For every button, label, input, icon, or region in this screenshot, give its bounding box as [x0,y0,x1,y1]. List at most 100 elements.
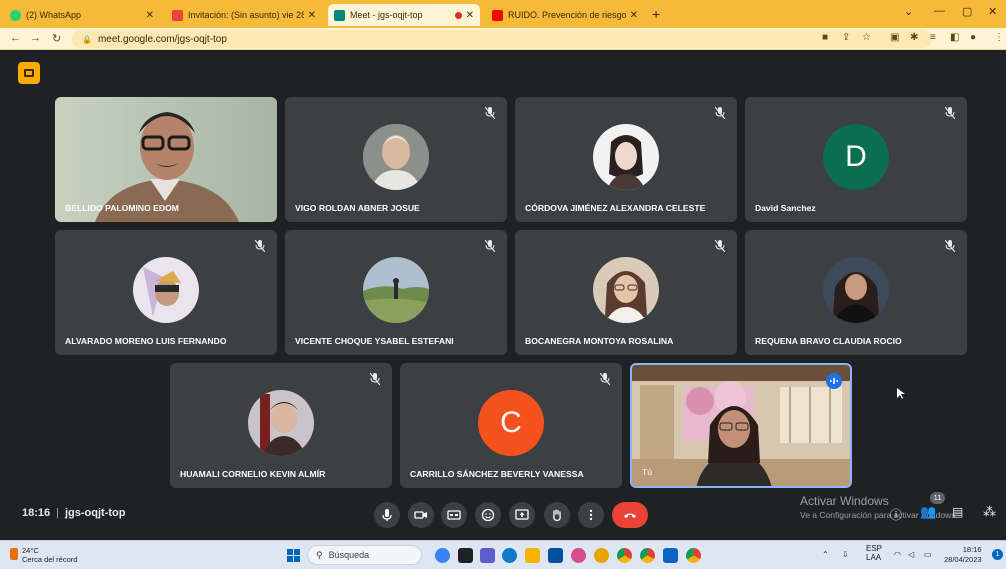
participant-avatar: C [478,390,544,456]
profile-avatar-icon[interactable]: ● [970,32,976,43]
usb-icon[interactable]: ⇩ [842,550,849,559]
participant-tile[interactable]: VIGO ROLDAN ABNER JOSUE [285,97,507,222]
tab-invitation[interactable]: Invitación: (Sin asunto) vie 28 de ✕ [166,4,322,26]
emoji-reactions-button[interactable] [475,502,501,528]
chrome-app-icon[interactable] [686,548,701,563]
present-screen-button[interactable] [509,502,535,528]
new-tab-button[interactable]: + [652,6,660,22]
self-view-tile[interactable]: Tú [630,363,852,488]
app-icon[interactable] [571,548,586,563]
taskbar-clock[interactable]: 18:16 28/04/2023 [944,545,982,565]
chrome-icon[interactable] [617,548,632,563]
camera-icon [414,511,427,519]
taskbar-search-box[interactable]: ⚲ Búsqueda [307,545,422,565]
close-icon[interactable]: ✕ [466,10,474,21]
layout-toggle-button[interactable] [18,62,40,84]
people-button[interactable]: 👥 [920,504,936,520]
mic-off-icon [370,373,380,385]
participant-tile[interactable]: ALVARADO MORENO LUIS FERNANDO [55,230,277,355]
gmail-icon [172,9,183,21]
participant-tile[interactable]: CÓRDOVA JIMÉNEZ ALEXANDRA CELESTE [515,97,737,222]
participant-name: David Sanchez [755,203,816,213]
participant-count-badge: 11 [930,492,945,504]
outlook-icon[interactable] [663,548,678,563]
search-icon: ⚲ [316,549,323,560]
forward-button[interactable]: → [30,32,41,44]
participant-tile[interactable]: REQUENA BRAVO CLAUDIA ROCIO [745,230,967,355]
reload-button[interactable]: ↻ [52,32,61,45]
tab-search-icon[interactable]: ⌄ [904,5,913,18]
language-indicator[interactable]: ESP LAA [866,544,882,562]
bookmark-star-icon[interactable]: ☆ [862,32,871,43]
participant-tile[interactable]: C CARRILLO SÁNCHEZ BEVERLY VANESSA [400,363,622,488]
participant-name: HUAMALI CORNELIO KEVIN ALMÍR [180,469,326,479]
speaking-indicator-icon [826,373,842,389]
close-icon[interactable]: ✕ [146,10,154,21]
tab-whatsapp[interactable]: (2) WhatsApp ✕ [4,4,160,26]
camera-button[interactable] [408,502,434,528]
close-icon[interactable]: ✕ [308,10,316,21]
battery-icon[interactable]: ▭ [924,550,932,559]
microsoft-store-icon[interactable] [548,548,563,563]
close-window-button[interactable]: ✕ [988,5,997,18]
lock-icon: 🔒 [82,34,92,44]
maximize-button[interactable]: ▢ [962,5,972,18]
file-explorer-icon[interactable] [525,548,540,563]
participant-tile[interactable]: HUAMALI CORNELIO KEVIN ALMÍR [170,363,392,488]
more-vertical-icon [589,509,593,521]
browser-tab-bar: (2) WhatsApp ✕ Invitación: (Sin asunto) … [0,0,1006,28]
participant-tile[interactable]: BOCANEGRA MONTOYA ROSALINA [515,230,737,355]
more-options-button[interactable] [578,502,604,528]
show-hidden-icons-button[interactable]: ⌃ [822,550,829,559]
teams-chat-icon[interactable] [480,548,495,563]
url-field[interactable]: 🔒 meet.google.com/jgs-oqjt-top [72,30,932,48]
mic-off-icon [255,240,265,252]
participant-tile[interactable]: VICENTE CHOQUE YSABEL ESTEFANI [285,230,507,355]
participant-name: BOCANEGRA MONTOYA ROSALINA [525,336,674,346]
minimize-button[interactable]: — [934,5,945,17]
side-panel-icon[interactable]: ◧ [950,32,959,43]
participant-name: BELLIDO PALOMINO EDOM [65,203,179,213]
participant-avatar: D [823,124,889,190]
weather-widget[interactable]: 24°C Cerca del récord [10,546,77,564]
activities-button[interactable]: ⁂ [983,504,996,520]
participant-name: ALVARADO MORENO LUIS FERNANDO [65,336,227,346]
camera-icon[interactable]: ■ [822,32,828,43]
participant-avatar [363,124,429,190]
raise-hand-button[interactable] [544,502,570,528]
volume-icon[interactable]: ◁ [908,550,914,559]
windows-start-icon[interactable] [287,549,300,562]
participant-avatar [363,257,429,323]
share-icon[interactable]: ⇪ [842,32,850,43]
avatar-photo [823,257,889,323]
participant-avatar [593,257,659,323]
close-icon[interactable]: ✕ [630,10,638,21]
microphone-button[interactable] [374,502,400,528]
participant-tile[interactable]: BELLIDO PALOMINO EDOM [55,97,277,222]
edge-icon[interactable] [502,548,517,563]
whatsapp-icon [10,9,21,21]
wifi-icon[interactable]: ◠ [894,550,901,559]
extension-icon[interactable]: ▣ [890,32,899,43]
tab-ruido[interactable]: RUIDO. Prevención de riesgos la ✕ [486,4,644,26]
microphone-icon [382,509,392,521]
firefox-icon[interactable] [594,548,609,563]
participant-avatar [593,124,659,190]
avatar-photo [133,257,199,323]
participant-tile[interactable]: D David Sanchez [745,97,967,222]
back-button[interactable]: ← [10,32,21,44]
extensions-puzzle-icon[interactable]: ✱ [910,32,918,43]
captions-button[interactable] [441,502,467,528]
mic-off-icon [945,107,955,119]
task-view-icon[interactable] [458,548,473,563]
notifications-icon[interactable]: 1 [992,549,1003,560]
reading-list-icon[interactable]: ≡ [930,32,936,43]
menu-kebab-icon[interactable]: ⋮ [994,32,1004,43]
leave-call-button[interactable] [612,502,648,528]
copilot-icon[interactable] [435,548,450,563]
meeting-info-button[interactable]: ⓘ [890,506,902,523]
chat-button[interactable]: ▤ [952,505,963,519]
tab-meet[interactable]: Meet - jgs-oqjt-top ✕ [328,4,480,26]
present-screen-icon [515,509,529,520]
chrome-profile-icon[interactable] [640,548,655,563]
